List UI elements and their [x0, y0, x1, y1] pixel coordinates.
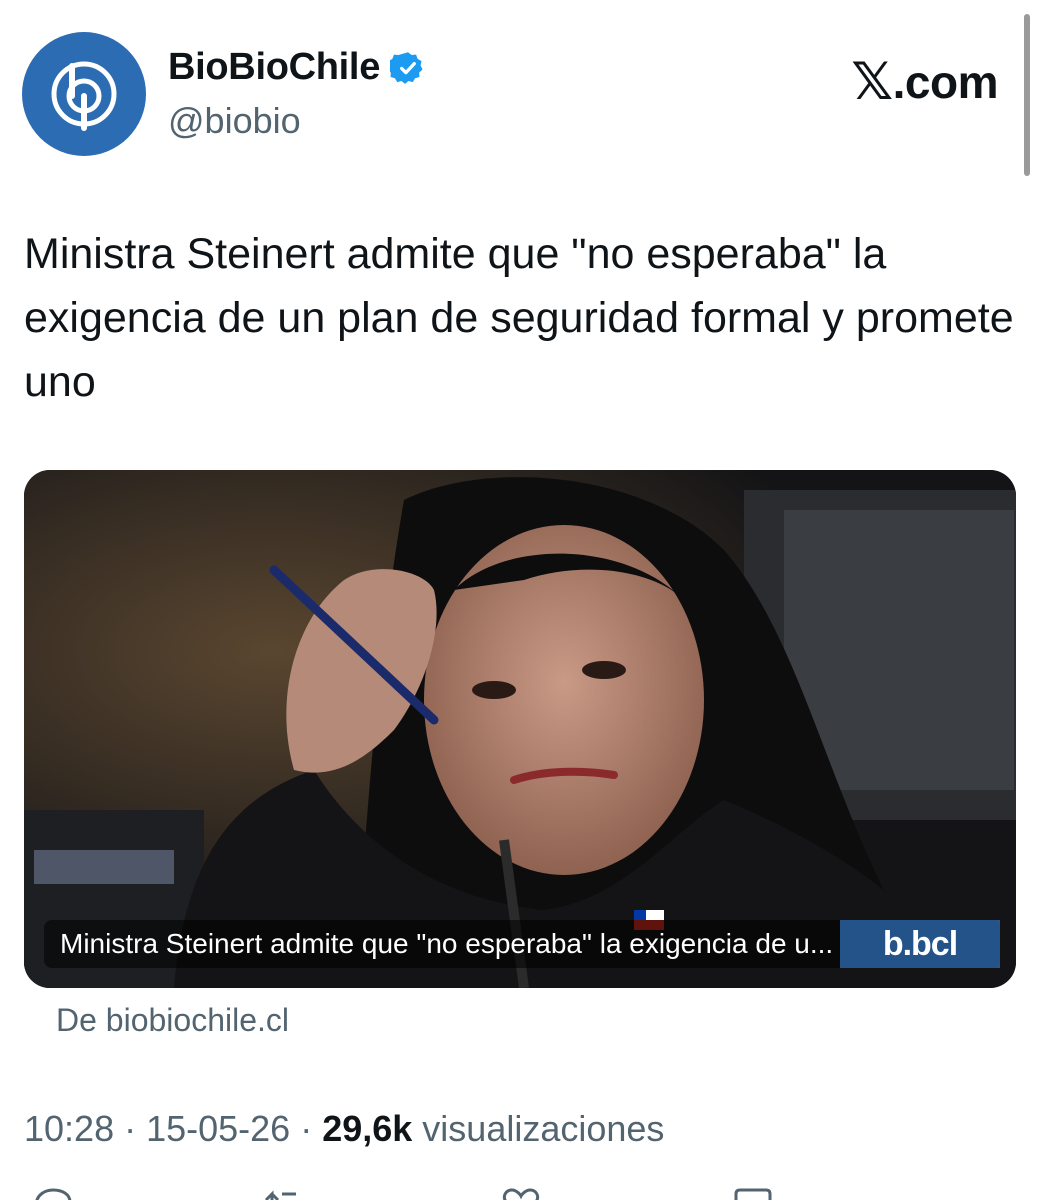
tweet-date[interactable]: 15-05-26 [146, 1108, 290, 1150]
action-bar [0, 1186, 1040, 1200]
display-name[interactable]: BioBioChile [168, 46, 380, 89]
site-label: .com [892, 56, 999, 108]
views-count[interactable]: 29,6k [322, 1108, 412, 1150]
meta-separator: · [124, 1108, 137, 1149]
verified-badge-icon [390, 51, 423, 84]
tweet-text: Ministra Steinert admite que "no esperab… [24, 230, 1014, 406]
retweet-icon[interactable] [262, 1186, 312, 1200]
card-watermark: b.bcl [840, 920, 1000, 968]
x-com-logo[interactable]: 𝕏 .com [851, 52, 998, 112]
tweet-time[interactable]: 10:28 [24, 1108, 114, 1150]
reply-icon[interactable] [28, 1186, 78, 1200]
card-source-link[interactable]: De biobiochile.cl [56, 1002, 289, 1039]
card-caption-text: Ministra Steinert admite que "no esperab… [60, 928, 834, 959]
bookmark-icon[interactable] [728, 1186, 778, 1200]
link-card[interactable]: Ministra Steinert admite que "no esperab… [24, 470, 1016, 988]
biobio-logo-icon [51, 61, 117, 131]
views-label: visualizaciones [422, 1108, 665, 1149]
scroll-indicator[interactable] [1024, 14, 1030, 176]
tweet-meta: 10:28 · 15-05-26 · 29,6k visualizaciones [24, 1108, 664, 1150]
article-photo [24, 470, 1016, 988]
x-logo-icon: 𝕏 [851, 52, 893, 112]
meta-separator: · [300, 1108, 313, 1149]
heart-icon[interactable] [496, 1186, 546, 1200]
avatar[interactable] [22, 32, 146, 156]
handle[interactable]: @biobio [168, 100, 301, 142]
